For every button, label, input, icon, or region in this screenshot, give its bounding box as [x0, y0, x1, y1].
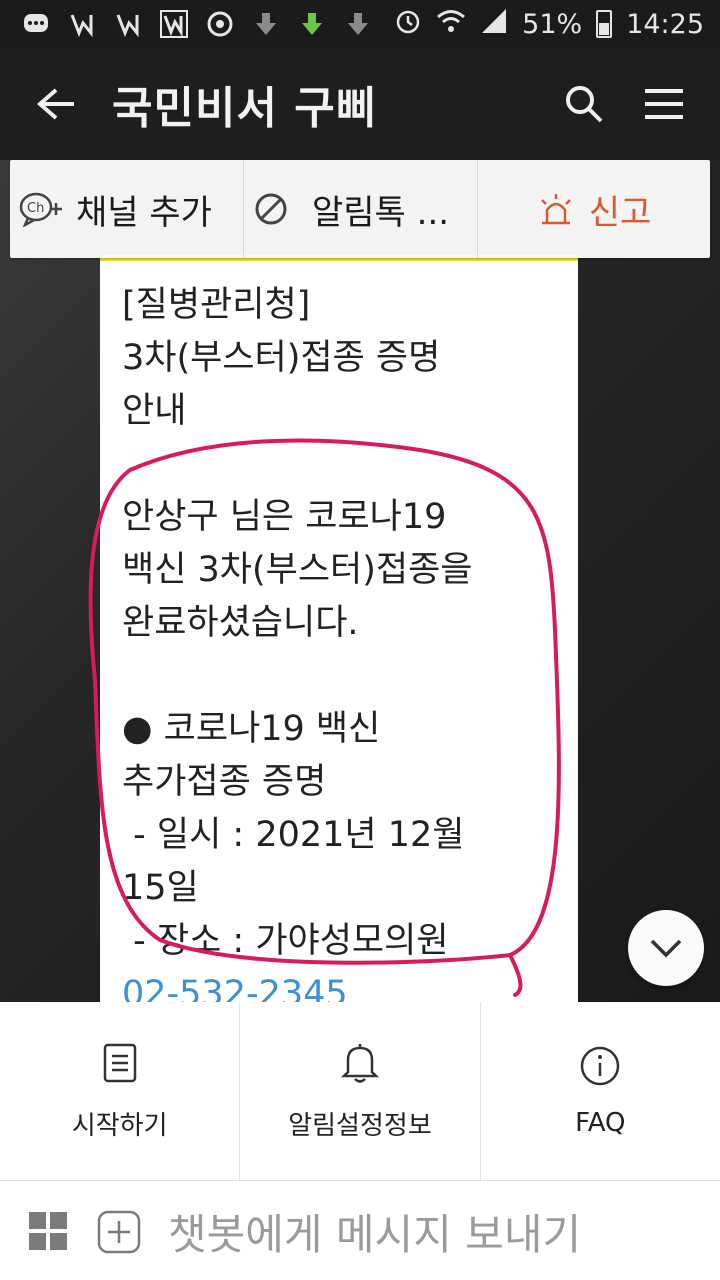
scroll-down-button[interactable]: [628, 910, 704, 986]
app-notification-icon-2: [114, 10, 142, 38]
chevron-down-icon: [649, 938, 683, 958]
download-icon: [252, 10, 280, 38]
plus-icon[interactable]: [96, 1209, 142, 1255]
document-icon: [98, 1041, 142, 1085]
message-line: 15일: [122, 868, 199, 908]
channel-action-bar: Ch 채널 추가 알림톡 ... 신고: [10, 160, 710, 258]
message-line: - 장소 : 가야성모의원: [122, 921, 449, 961]
notice-label: 알림톡 ...: [312, 192, 450, 233]
message-line: 안내: [122, 391, 187, 431]
block-notice-button[interactable]: 알림톡 ...: [244, 160, 478, 258]
battery-percent: 51%: [522, 8, 583, 40]
message-line: 백신 3차(부스터)접종을: [122, 550, 473, 590]
battery-icon: [596, 10, 613, 38]
download-icon-2: [344, 10, 372, 38]
info-icon: [578, 1044, 622, 1088]
add-channel-button[interactable]: Ch 채널 추가: [10, 160, 244, 258]
message-line: 3차(부스터)접종 증명: [122, 338, 441, 378]
message-input-bar: 챗봇에게 메시지 보내기: [0, 1181, 720, 1280]
signal-icon: [480, 7, 508, 42]
menu-start[interactable]: 시작하기: [0, 1002, 241, 1180]
app-notification-icon-3: [160, 10, 188, 38]
chat-area[interactable]: [질병관리청] 3차(부스터)접종 증명 안내 안상구 님은 코로나19 백신 …: [0, 160, 720, 1002]
message-line: 안상구 님은 코로나19: [122, 497, 447, 537]
menu-faq-label: FAQ: [575, 1108, 626, 1138]
status-bar: 51% 14:25: [0, 0, 720, 48]
sync-icon: [206, 10, 234, 38]
menu-notice-info-label: 알림설정정보: [288, 1110, 432, 1141]
search-icon[interactable]: [560, 80, 608, 128]
message-line: 완료하셨습니다.: [122, 603, 359, 643]
add-channel-label: 채널 추가: [76, 192, 212, 233]
menu-icon[interactable]: [640, 80, 688, 128]
message-line: ● 코로나19 백신: [122, 709, 381, 749]
menu-faq[interactable]: FAQ: [481, 1002, 720, 1180]
grid-menu-icon[interactable]: [28, 1211, 68, 1251]
back-arrow-icon[interactable]: [32, 80, 80, 128]
channel-add-icon: Ch: [18, 191, 66, 227]
menu-start-label: 시작하기: [71, 1110, 168, 1141]
report-label: 신고: [588, 192, 652, 233]
report-button[interactable]: 신고: [478, 160, 710, 258]
phone-link[interactable]: 02-532-2345: [122, 968, 348, 1002]
message-line: - 일시 : 2021년 12월: [122, 815, 465, 855]
clock: 14:25: [626, 8, 704, 40]
message-line: [질병관리청]: [122, 285, 311, 325]
message-bubble: [질병관리청] 3차(부스터)접종 증명 안내 안상구 님은 코로나19 백신 …: [100, 255, 578, 1002]
download-complete-icon: [298, 10, 326, 38]
svg-text:Ch: Ch: [27, 201, 44, 216]
block-icon: [254, 192, 288, 226]
chat-notification-icon: [22, 10, 50, 38]
notification-icons: [22, 8, 372, 40]
wifi-icon: [436, 8, 466, 41]
siren-icon: [537, 192, 575, 226]
app-notification-icon: [68, 10, 96, 38]
app-bar: 국민비서 구삐: [0, 48, 720, 160]
page-title: 국민비서 구삐: [112, 83, 378, 134]
alarm-icon: [394, 7, 422, 42]
menu-notice-info[interactable]: 알림설정정보: [240, 1002, 481, 1180]
chatbot-menu: 시작하기 알림설정정보 FAQ: [0, 1002, 720, 1181]
message-line: 추가접종 증명: [122, 762, 327, 802]
bell-icon: [338, 1041, 382, 1085]
message-input[interactable]: 챗봇에게 메시지 보내기: [168, 1201, 581, 1262]
system-status: 51% 14:25: [394, 6, 704, 42]
